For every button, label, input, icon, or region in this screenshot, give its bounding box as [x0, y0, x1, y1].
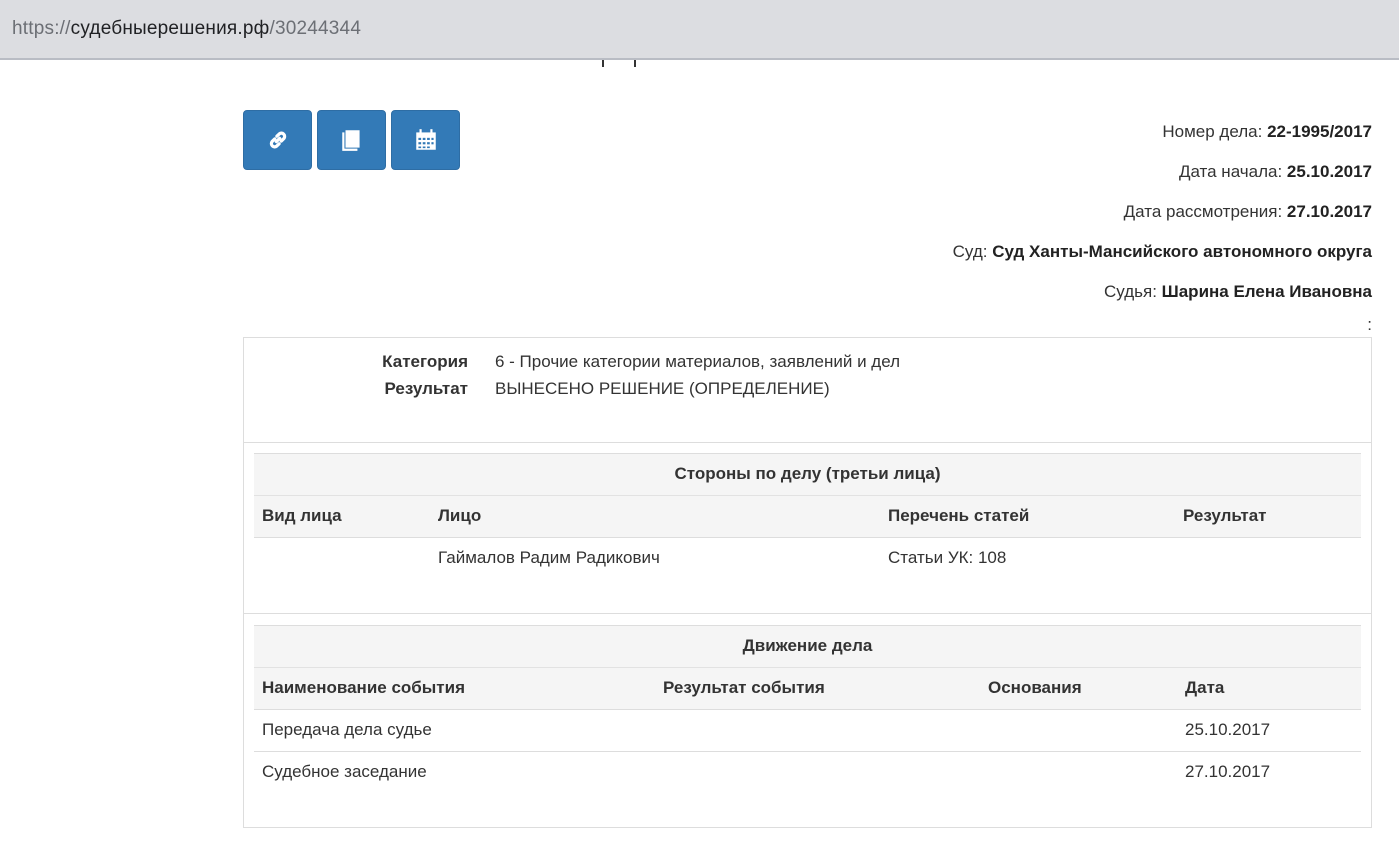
parties-section: Стороны по делу (третьи лица) Вид лица Л… — [254, 453, 1361, 579]
party-person: Гаймалов Радим Радикович — [438, 548, 660, 567]
movement-col-date: Дата — [1185, 678, 1225, 697]
start-date-label: Дата начала: — [1178, 162, 1287, 181]
court-label: Суд: — [952, 242, 993, 261]
section-divider — [244, 613, 1371, 614]
review-date-value: 27.10.2017 — [1286, 202, 1372, 221]
url-text[interactable]: https://судебныерешения.рф/30244344 — [12, 18, 361, 40]
parties-header-row: Вид лица Лицо Перечень статей Результат — [254, 495, 1361, 538]
trailing-colon: : — [1367, 315, 1372, 334]
url-scheme: https:// — [12, 18, 71, 39]
case-number-value: 22-1995/2017 — [1267, 122, 1372, 141]
link-icon — [269, 131, 286, 149]
case-details-panel: Категория 6 - Прочие категории материало… — [243, 337, 1372, 828]
judge-label: Судья: — [1104, 282, 1162, 301]
court-value: Суд Ханты-Мансийского автономного округа — [992, 242, 1372, 261]
address-bar[interactable]: https://судебныерешения.рф/30244344 — [0, 0, 1399, 60]
event-date: 27.10.2017 — [1185, 762, 1271, 781]
book-icon — [341, 130, 360, 151]
start-date-value: 25.10.2017 — [1286, 162, 1372, 181]
link-button[interactable] — [243, 110, 312, 170]
table-row: Судебное заседание 27.10.2017 — [254, 752, 1361, 793]
parties-col-type: Вид лица — [262, 506, 342, 525]
parties-col-result: Результат — [1183, 506, 1267, 525]
event-name: Передача дела судье — [262, 720, 432, 739]
court-row: Суд: Суд Ханты-Мансийского автономного о… — [953, 232, 1372, 272]
parties-col-articles: Перечень статей — [888, 506, 1030, 525]
calendar-icon — [415, 129, 436, 150]
event-name: Судебное заседание — [262, 762, 427, 781]
movement-col-event: Наименование события — [262, 678, 465, 697]
review-date-row: Дата рассмотрения: 27.10.2017 — [953, 192, 1372, 232]
url-host: судебныерешения.рф — [70, 18, 270, 39]
url-path: /30244344 — [269, 18, 362, 39]
party-articles: Статьи УК: 108 — [888, 548, 1007, 567]
movement-col-grounds: Основания — [988, 678, 1082, 697]
case-number-label: Номер дела: — [1162, 122, 1268, 141]
event-date: 25.10.2017 — [1185, 720, 1271, 739]
cut-off-heading-fragment — [602, 60, 636, 67]
movement-col-event-result: Результат события — [663, 678, 825, 697]
case-number-row: Номер дела: 22-1995/2017 — [953, 112, 1372, 152]
review-date-label: Дата рассмотрения: — [1123, 202, 1287, 221]
parties-title: Стороны по делу (третьи лица) — [254, 453, 1361, 495]
start-date-row: Дата начала: 25.10.2017 — [953, 152, 1372, 192]
movement-header-row: Наименование события Результат события О… — [254, 667, 1361, 710]
category-label: Категория — [382, 352, 468, 371]
case-info-block: Категория 6 - Прочие категории материало… — [244, 338, 1371, 443]
table-row: Передача дела судье 25.10.2017 — [254, 710, 1361, 752]
parties-col-person: Лицо — [438, 506, 482, 525]
movement-title: Движение дела — [254, 625, 1361, 667]
calendar-button[interactable] — [391, 110, 460, 170]
result-label: Результат — [384, 379, 469, 398]
result-value: ВЫНЕСЕНО РЕШЕНИЕ (ОПРЕДЕЛЕНИЕ) — [495, 379, 830, 398]
book-button[interactable] — [317, 110, 386, 170]
table-row: Гаймалов Радим Радикович Статьи УК: 108 — [254, 538, 1361, 579]
judge-row: Судья: Шарина Елена Ивановна — [953, 272, 1372, 312]
case-metadata: Номер дела: 22-1995/2017 Дата начала: 25… — [953, 112, 1372, 333]
judge-value: Шарина Елена Ивановна — [1161, 282, 1372, 301]
movement-section: Движение дела Наименование события Резул… — [254, 625, 1361, 793]
category-value: 6 - Прочие категории материалов, заявлен… — [495, 352, 901, 371]
